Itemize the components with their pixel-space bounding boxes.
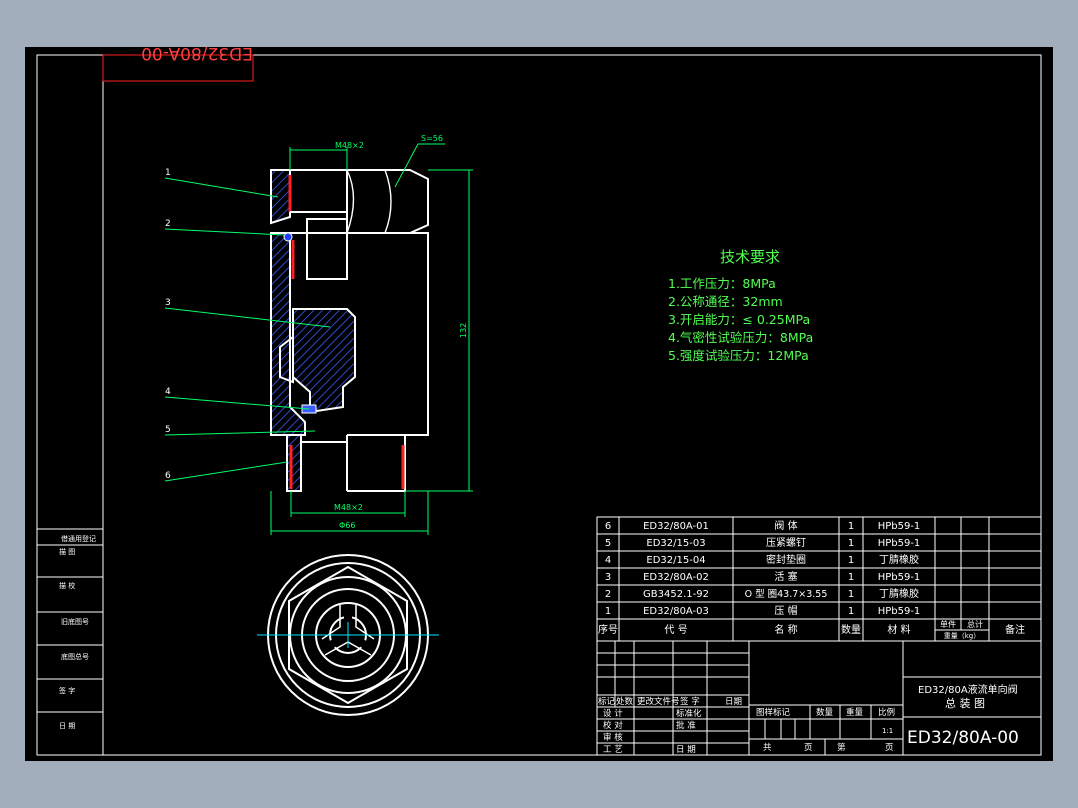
bom-6-qty: 1 bbox=[848, 521, 854, 532]
sign-approve: 批 准 bbox=[676, 720, 696, 731]
strip-label-3: 旧底图号 bbox=[61, 617, 89, 626]
sheet-no-unit: 页 bbox=[885, 743, 894, 753]
bom-4-no: 4 bbox=[605, 555, 611, 566]
rev-header-4: 日期 bbox=[725, 697, 742, 707]
mirrored-drawing-number: ED32/80A-00 bbox=[141, 47, 253, 63]
strip-label-4: 底图总号 bbox=[61, 652, 89, 661]
sign-date: 日 期 bbox=[676, 745, 696, 755]
stage-label: 图样标记 bbox=[756, 707, 791, 718]
balloon-4: 4 bbox=[165, 387, 171, 397]
scale-label: 比例 bbox=[878, 707, 895, 718]
rev-header-0: 标记 bbox=[598, 696, 616, 707]
bom-5-no: 5 bbox=[605, 538, 611, 549]
dim-height: 132 bbox=[459, 323, 468, 338]
bom-3-code: ED32/80A-02 bbox=[643, 572, 709, 583]
bom-4-material: 丁腈橡胶 bbox=[879, 553, 919, 566]
bom-header-remarks: 备注 bbox=[1005, 623, 1025, 636]
o-ring-marker bbox=[283, 232, 293, 242]
dim-wrench: S=56 bbox=[421, 134, 443, 143]
bom-6-code: ED32/80A-01 bbox=[643, 521, 709, 532]
bom-5-name: 压紧螺钉 bbox=[766, 537, 806, 549]
sign-process: 工 艺 bbox=[603, 745, 623, 755]
bom-5-code: ED32/15-03 bbox=[646, 538, 705, 549]
tech-item-5: 5.强度试验压力：12MPa bbox=[668, 348, 809, 363]
drawing-title: 总 装 图 bbox=[945, 696, 985, 710]
tech-item-1: 1.工作压力：8MPa bbox=[668, 276, 776, 291]
bom-1-name: 压 帽 bbox=[774, 604, 797, 617]
rev-header-3: 签 字 bbox=[680, 696, 700, 707]
strip-label-5: 签 字 bbox=[59, 686, 75, 695]
technical-requirements: 技术要求 1.工作压力：8MPa 2.公称通径：32mm 3.开启能力：≤ 0.… bbox=[668, 248, 813, 363]
bom-6-material: HPb59-1 bbox=[878, 521, 921, 532]
bom-2-material: 丁腈橡胶 bbox=[879, 587, 919, 600]
bom-2-no: 2 bbox=[605, 589, 611, 600]
qty-label: 数量 bbox=[816, 707, 834, 718]
balloon-5: 5 bbox=[165, 425, 171, 435]
tech-item-4: 4.气密性试验压力：8MPa bbox=[668, 330, 813, 345]
bom-6-no: 6 bbox=[605, 521, 611, 532]
bom-4-name: 密封垫圈 bbox=[766, 553, 806, 566]
strip-label-1: 描 图 bbox=[59, 547, 75, 556]
tech-item-2: 2.公称通径：32mm bbox=[668, 294, 783, 309]
sign-check: 校 对 bbox=[603, 720, 623, 731]
sheet-no: 第 bbox=[837, 742, 846, 753]
bom-header-qty: 数量 bbox=[841, 623, 861, 636]
bom-2-code: GB3452.1-92 bbox=[643, 589, 709, 600]
sign-standard: 标准化 bbox=[676, 708, 702, 719]
product-name: ED32/80A液流单向阀 bbox=[918, 683, 1018, 696]
bom-4-code: ED32/15-04 bbox=[646, 555, 705, 566]
bom-header-material: 材 料 bbox=[887, 623, 910, 636]
scale-value: 1:1 bbox=[882, 727, 893, 735]
bom-3-material: HPb59-1 bbox=[878, 572, 921, 583]
rev-header-2: 更改文件号 bbox=[637, 696, 680, 707]
sheet-total-unit: 页 bbox=[804, 743, 813, 753]
title-drawing-number: ED32/80A-00 bbox=[907, 728, 1019, 748]
assembly-drawing: ED32/80A-00 借通用登记 描 图 描 校 旧底图号 底图总号 签 字 … bbox=[36, 43, 1042, 756]
sign-review: 审 核 bbox=[603, 732, 623, 743]
bom-1-material: HPb59-1 bbox=[878, 606, 921, 617]
balloon-1: 1 bbox=[165, 168, 171, 178]
bom-1-qty: 1 bbox=[848, 606, 854, 617]
bom-3-no: 3 bbox=[605, 572, 611, 583]
bom-1-code: ED32/80A-03 bbox=[643, 606, 709, 617]
rev-header-1: 处数 bbox=[616, 696, 634, 707]
bom-header-weight2: 总计 bbox=[967, 619, 983, 629]
bom-header-weight3: 重量（kg） bbox=[944, 632, 981, 640]
outer-frame bbox=[36, 54, 1042, 756]
dim-diameter: Φ66 bbox=[339, 521, 355, 530]
bom-header-code: 代 号 bbox=[664, 624, 687, 636]
bom-4-qty: 1 bbox=[848, 555, 854, 566]
dim-thread-top: M48×2 bbox=[335, 141, 364, 150]
bom-3-qty: 1 bbox=[848, 572, 854, 583]
bom-header-name: 名 称 bbox=[774, 623, 797, 636]
cad-canvas: ED32/80A-00 借通用登记 描 图 描 校 旧底图号 底图总号 签 字 … bbox=[25, 43, 1053, 761]
bom-2-qty: 1 bbox=[848, 589, 854, 600]
strip-label-0: 借通用登记 bbox=[61, 534, 96, 543]
strip-label-2: 描 校 bbox=[59, 581, 75, 590]
valve-top-view bbox=[257, 554, 439, 716]
balloon-2: 2 bbox=[165, 219, 171, 229]
bom-header-no: 序号 bbox=[598, 623, 618, 636]
bom-2-name: O 型 圈43.7×3.55 bbox=[745, 589, 828, 600]
sheet-total: 共 bbox=[763, 743, 772, 753]
dim-thread-bottom: M48×2 bbox=[334, 503, 363, 512]
strip-label-6: 日 期 bbox=[59, 722, 75, 730]
sign-design: 设 计 bbox=[603, 708, 623, 719]
tech-item-3: 3.开启能力：≤ 0.25MPa bbox=[668, 312, 810, 327]
bom-1-no: 1 bbox=[605, 606, 611, 617]
bom-3-name: 活 塞 bbox=[774, 570, 797, 583]
tech-title: 技术要求 bbox=[720, 248, 780, 266]
bom-6-name: 阀 体 bbox=[774, 519, 797, 532]
weight-label: 重量 bbox=[846, 707, 864, 718]
bom-5-qty: 1 bbox=[848, 538, 854, 549]
balloon-6: 6 bbox=[165, 471, 171, 481]
bom-header-weight1: 单件 bbox=[940, 619, 956, 629]
balloon-3: 3 bbox=[165, 298, 171, 308]
valve-section-view: 1 2 3 4 5 6 M48×2 S=56 132 M48×2 Φ66 bbox=[164, 134, 473, 535]
bom-5-material: HPb59-1 bbox=[878, 538, 921, 549]
